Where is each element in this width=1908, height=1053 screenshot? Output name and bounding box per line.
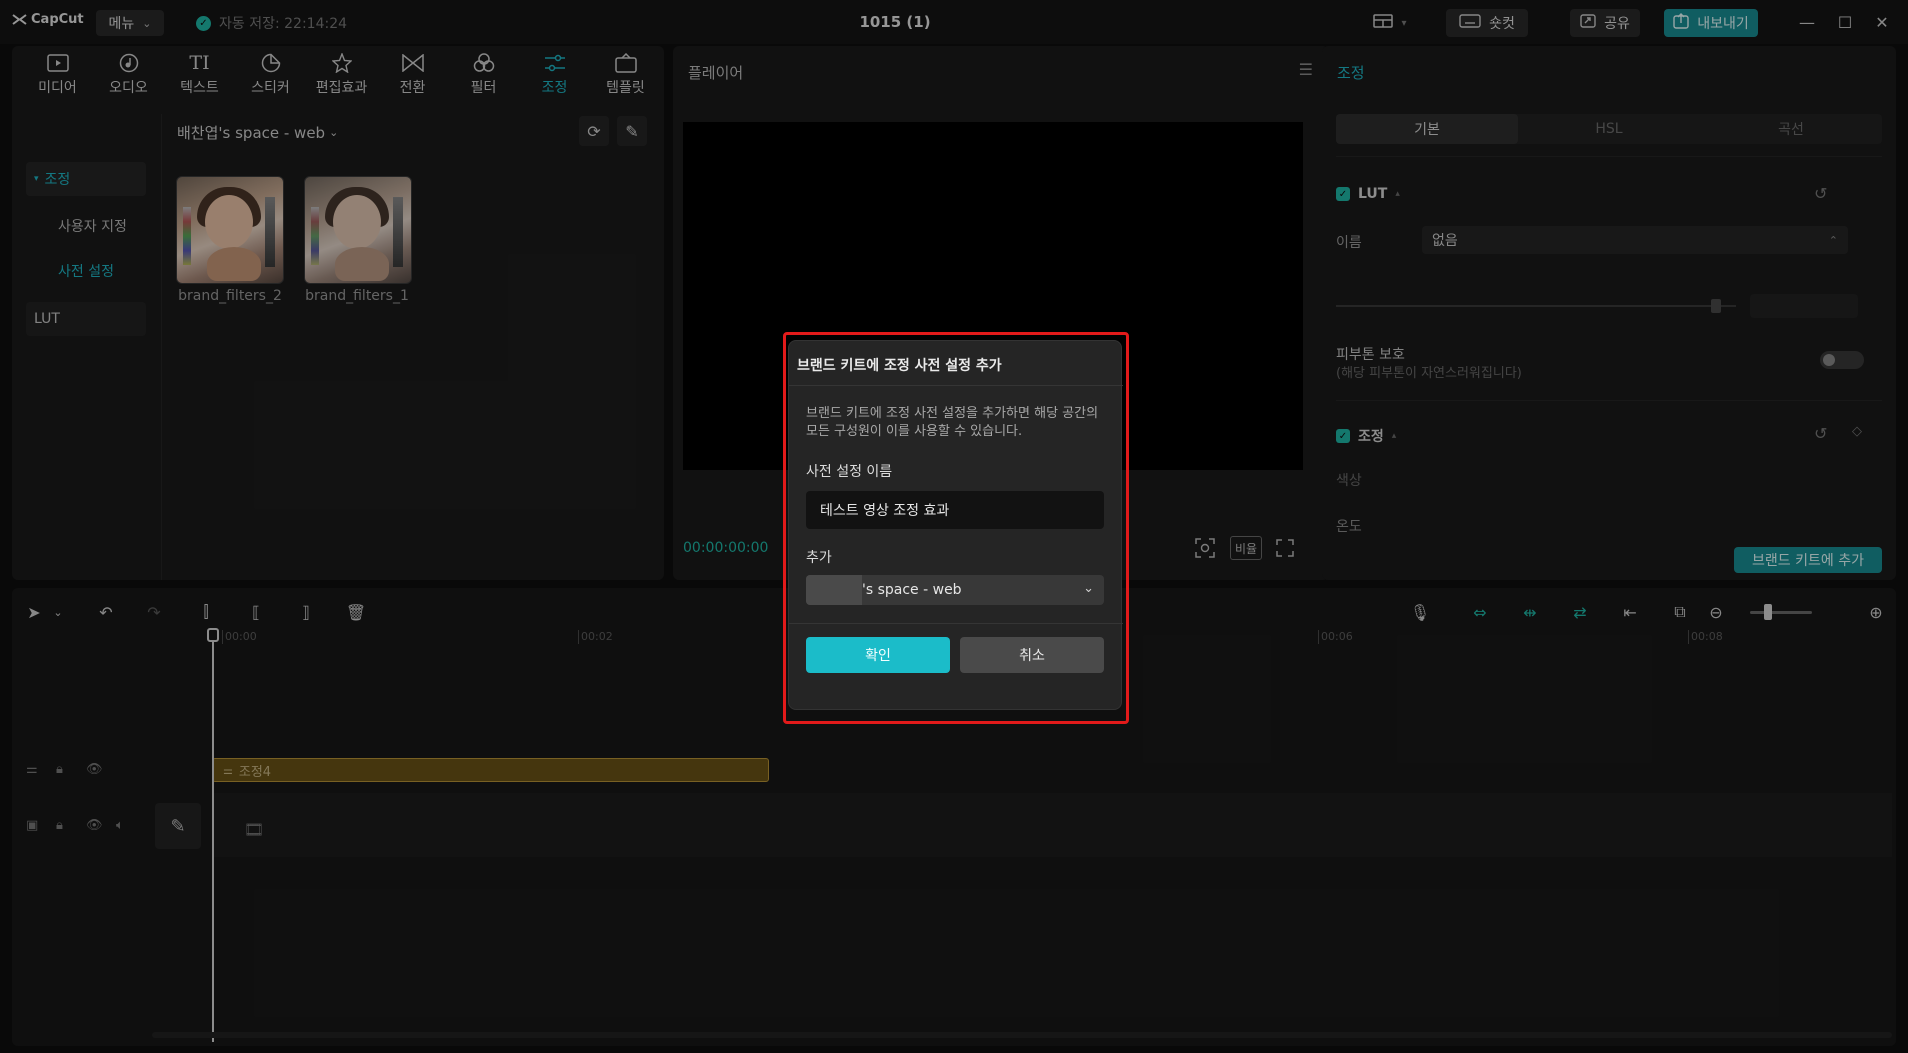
space-avatar <box>806 575 862 605</box>
confirm-button[interactable]: 확인 <box>806 637 950 673</box>
dialog-title: 브랜드 키트에 조정 사전 설정 추가 <box>797 358 1002 374</box>
space-dropdown-value: 's space - web <box>862 582 962 598</box>
add-target-label: 추가 <box>806 550 832 566</box>
add-preset-dialog: 브랜드 키트에 조정 사전 설정 추가 브랜드 키트에 조정 사전 설정을 추가… <box>788 340 1123 710</box>
dialog-description: 브랜드 키트에 조정 사전 설정을 추가하면 해당 공간의 모든 구성원이 이를… <box>806 406 1099 439</box>
space-dropdown[interactable]: 's space - web ⌄ <box>806 575 1104 605</box>
preset-name-label: 사전 설정 이름 <box>806 464 893 480</box>
cancel-button[interactable]: 취소 <box>960 637 1104 673</box>
chevron-down-icon: ⌄ <box>1083 581 1094 596</box>
preset-name-input[interactable] <box>806 491 1104 529</box>
